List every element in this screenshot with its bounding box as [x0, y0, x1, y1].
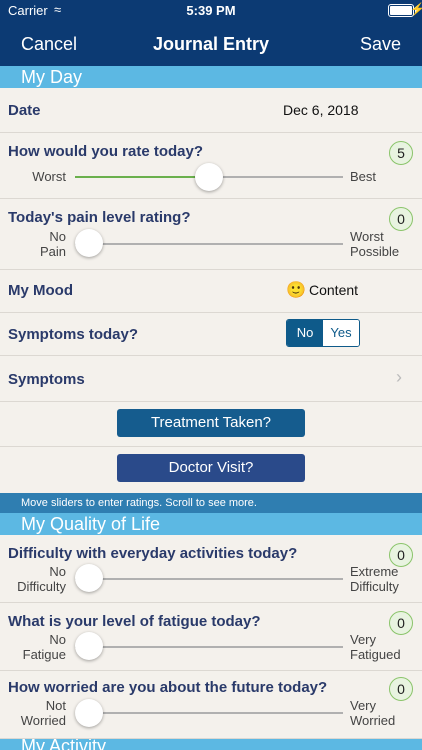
treatment-row: Treatment Taken?	[0, 402, 422, 447]
hint-text: Move sliders to enter ratings. Scroll to…	[21, 497, 257, 509]
fatigue-slider-thumb[interactable]	[75, 632, 103, 660]
fatigue-value-badge: 0	[389, 611, 413, 635]
worried-right-label-1: Very	[350, 698, 377, 713]
worried-row: How worried are you about the future tod…	[0, 671, 422, 739]
toggle-no-option[interactable]: No	[287, 320, 323, 346]
date-value[interactable]: Dec 6, 2018	[283, 102, 359, 118]
worried-left-label-2: Worried	[20, 713, 66, 728]
difficulty-slider-track[interactable]	[75, 578, 343, 580]
pain-left-label-1: No	[49, 229, 66, 244]
worried-value-badge: 0	[389, 677, 413, 701]
worried-right-label-2: Worried	[350, 713, 396, 728]
section-title: My Activity	[21, 739, 107, 750]
mood-emoji-icon: 🙂	[286, 282, 306, 299]
pain-right-label-2: Possible	[350, 244, 400, 259]
fatigue-right-label-1: Very	[350, 632, 377, 647]
fatigue-slider-track[interactable]	[75, 646, 343, 648]
symptoms-label: Symptoms	[8, 371, 85, 388]
rating-row: How would you rate today? 5 Worst Best	[0, 133, 422, 199]
difficulty-slider-thumb[interactable]	[75, 564, 103, 592]
difficulty-right-label-2: Difficulty	[350, 579, 399, 594]
battery-icon: ⚡	[388, 2, 422, 17]
pain-slider-track[interactable]	[75, 243, 343, 245]
section-title: My Day	[21, 67, 83, 87]
page-title: Journal Entry	[152, 34, 270, 54]
rating-value-badge: 5	[389, 141, 413, 165]
symptoms-row[interactable]: Symptoms ›	[0, 356, 422, 402]
pain-value-badge: 0	[389, 207, 413, 231]
fatigue-question: What is your level of fatigue today?	[8, 613, 261, 630]
mood-value[interactable]: Content	[309, 282, 358, 298]
charging-icon: ⚡	[410, 2, 422, 16]
rating-slider-fill	[75, 176, 209, 178]
rating-left-label: Worst	[32, 169, 66, 184]
nav-bar: Cancel Journal Entry Save	[0, 22, 422, 66]
pain-right-label-1: Worst	[350, 229, 384, 244]
section-title: My Quality of Life	[21, 514, 161, 534]
treatment-taken-button[interactable]: Treatment Taken?	[117, 409, 305, 437]
worried-question: How worried are you about the future tod…	[8, 679, 328, 696]
doctor-row: Doctor Visit?	[0, 447, 422, 491]
section-header-my-day: My Day	[0, 66, 422, 88]
clock: 5:39 PM	[186, 3, 236, 18]
difficulty-right-label-1: Extreme	[350, 564, 399, 579]
rating-slider-thumb[interactable]	[195, 163, 223, 191]
fatigue-right-label-2: Fatigued	[350, 647, 401, 662]
toggle-yes-option[interactable]: Yes	[323, 320, 359, 346]
symptoms-today-label: Symptoms today?	[8, 326, 139, 343]
difficulty-left-label-2: Difficulty	[17, 579, 66, 594]
difficulty-left-label-1: No	[49, 564, 66, 579]
worried-left-label-1: Not	[45, 698, 66, 713]
status-bar: Carrier ≈ 5:39 PM ⚡	[0, 0, 422, 22]
worried-slider-thumb[interactable]	[75, 699, 103, 727]
rating-question: How would you rate today?	[8, 143, 204, 160]
fatigue-left-label-2: Fatigue	[22, 647, 66, 662]
doctor-visit-button[interactable]: Doctor Visit?	[117, 454, 305, 482]
pain-question: Today's pain level rating?	[8, 209, 191, 226]
date-label: Date	[8, 102, 41, 119]
symptoms-today-row: Symptoms today? No Yes	[0, 313, 422, 356]
rating-right-label: Best	[350, 169, 377, 184]
date-row[interactable]: Date Dec 6, 2018	[0, 88, 422, 133]
fatigue-row: What is your level of fatigue today? 0 N…	[0, 603, 422, 671]
pain-row: Today's pain level rating? 0 No Pain Wor…	[0, 199, 422, 270]
worried-slider-track[interactable]	[75, 712, 343, 714]
pain-slider-thumb[interactable]	[75, 229, 103, 257]
difficulty-row: Difficulty with everyday activities toda…	[0, 535, 422, 603]
pain-left-label-2: Pain	[39, 244, 66, 259]
section-header-quality: My Quality of Life	[0, 513, 422, 535]
section-header-activity: My Activity	[0, 739, 422, 750]
mood-label: My Mood	[8, 282, 73, 299]
mood-row[interactable]: My Mood 🙂 Content	[0, 270, 422, 313]
chevron-right-icon: ›	[396, 367, 402, 387]
difficulty-question: Difficulty with everyday activities toda…	[8, 545, 298, 562]
symptoms-toggle[interactable]: No Yes	[286, 319, 360, 347]
hint-banner: Move sliders to enter ratings. Scroll to…	[0, 493, 422, 513]
save-button[interactable]: Save	[360, 34, 401, 55]
fatigue-left-label-1: No	[49, 632, 66, 647]
